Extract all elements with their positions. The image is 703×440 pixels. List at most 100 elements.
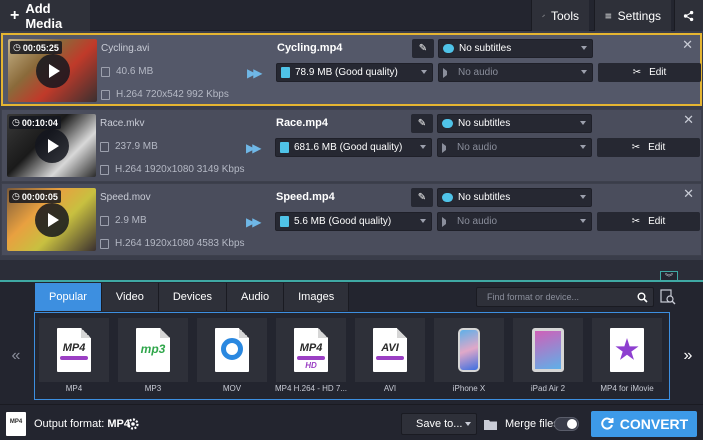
iphone-icon (458, 328, 480, 372)
subtitles-dropdown[interactable]: No subtitles (437, 114, 592, 133)
speaker-icon (442, 142, 452, 153)
tab-devices[interactable]: Devices (158, 283, 227, 311)
rename-button[interactable]: ✎ (411, 114, 433, 133)
rename-button[interactable]: ✎ (411, 188, 433, 207)
share-button[interactable] (674, 0, 703, 31)
quality-dropdown[interactable]: 5.6 MB (Good quality) (275, 212, 432, 231)
format-item-mp4-hd[interactable]: MP4 HD MP4 H.264 - HD 7... (275, 318, 347, 398)
document-icon (281, 67, 290, 78)
edit-button[interactable]: ✂ Edit (597, 212, 700, 231)
speech-bubble-icon (443, 44, 454, 53)
imovie-icon (610, 328, 644, 372)
scissors-icon: ✂ (632, 67, 642, 78)
format-label: AVI (383, 384, 397, 393)
remove-file-icon[interactable]: ✕ (683, 186, 694, 202)
search-icon (637, 292, 648, 303)
tab-audio[interactable]: Audio (226, 283, 285, 311)
output-file-name[interactable]: Speed.mp4 (276, 191, 335, 203)
format-item-mp4[interactable]: MP4 MP4 (39, 318, 109, 398)
audio-dropdown[interactable]: No audio (437, 212, 592, 231)
format-item-iphone-x[interactable]: iPhone X (434, 318, 504, 398)
format-label: iPhone X (452, 384, 486, 393)
file-icon (100, 141, 109, 152)
output-file-name[interactable]: Cycling.mp4 (277, 42, 342, 54)
save-to-dropdown[interactable]: Save to... (401, 413, 477, 435)
pencil-icon: ✎ (417, 118, 427, 129)
file-row[interactable]: ◷ 00:10:04 Race.mkv 237.9 MB H.264 1920x1… (1, 109, 702, 182)
convert-arrow-icon: ▶▶ (246, 215, 262, 229)
format-label: MOV (222, 384, 242, 393)
video-thumbnail[interactable]: ◷ 00:10:04 (7, 114, 96, 177)
video-thumbnail[interactable]: ◷ 00:00:05 (7, 188, 96, 251)
format-search (476, 287, 654, 307)
output-format-icon: MP4 (6, 412, 26, 436)
output-settings-button[interactable] (124, 415, 142, 433)
duration-badge: ◷ 00:00:05 (9, 190, 61, 203)
edit-button[interactable]: ✂ Edit (597, 138, 700, 157)
mp3-file-icon: mp3 (136, 328, 170, 372)
video-thumbnail[interactable]: ◷ 00:05:25 (8, 39, 97, 102)
convert-arrow-icon: ▶▶ (247, 66, 263, 80)
remove-file-icon[interactable]: ✕ (683, 112, 694, 128)
chevron-down-icon (580, 145, 586, 149)
folder-icon (483, 419, 497, 430)
add-media-button[interactable]: + Add Media (0, 0, 90, 31)
rename-button[interactable]: ✎ (412, 39, 434, 58)
tab-video[interactable]: Video (101, 283, 159, 311)
subtitles-dropdown[interactable]: No subtitles (438, 39, 593, 58)
search-input[interactable] (477, 292, 627, 302)
scissors-icon: ✂ (631, 216, 641, 227)
audio-dropdown[interactable]: No audio (437, 138, 592, 157)
format-item-avi[interactable]: AVI AVI (355, 318, 425, 398)
audio-dropdown[interactable]: No audio (438, 63, 593, 82)
format-item-ipad-air-2[interactable]: iPad Air 2 (513, 318, 583, 398)
detect-device-button[interactable] (658, 287, 678, 307)
subtitles-dropdown[interactable]: No subtitles (437, 188, 592, 207)
tab-popular[interactable]: Popular (35, 283, 102, 311)
tools-button[interactable]: Tools (531, 0, 589, 31)
format-selector: Popular Video Devices Audio Images « MP4… (0, 282, 703, 404)
chevron-down-icon (421, 70, 427, 74)
play-icon[interactable] (35, 129, 69, 163)
clock-icon: ◷ (13, 42, 21, 52)
format-item-mov[interactable]: MOV (197, 318, 267, 398)
file-row[interactable]: ◷ 00:00:05 Speed.mov 2.9 MB H.264 1920x10… (1, 183, 702, 256)
search-button[interactable] (631, 288, 653, 306)
source-size: 237.9 MB (100, 141, 158, 152)
format-item-imovie[interactable]: MP4 for iMovie (592, 318, 662, 398)
quicktime-icon (215, 328, 249, 372)
quality-dropdown[interactable]: 78.9 MB (Good quality) (276, 63, 433, 82)
tools-label: Tools (550, 8, 579, 23)
play-icon[interactable] (36, 54, 70, 88)
play-icon[interactable] (35, 203, 69, 237)
convert-arrow-icon: ▶▶ (246, 141, 262, 155)
chevron-down-icon (580, 121, 586, 125)
output-file-name[interactable]: Race.mp4 (276, 117, 328, 129)
format-item-mp3[interactable]: mp3 MP3 (118, 318, 188, 398)
source-file-name: Cycling.avi (101, 43, 150, 54)
settings-button[interactable]: Settings (594, 0, 671, 31)
convert-button[interactable]: CONVERT (591, 411, 697, 437)
scroll-right-button[interactable]: » (674, 312, 702, 400)
format-tabs: Popular Video Devices Audio Images (35, 283, 350, 311)
source-file-name: Speed.mov (100, 192, 151, 203)
edit-button[interactable]: ✂ Edit (598, 63, 701, 82)
merge-files-toggle[interactable] (554, 417, 579, 431)
source-size: 40.6 MB (101, 66, 153, 77)
chevron-down-icon (580, 219, 586, 223)
open-folder-button[interactable] (481, 413, 499, 435)
add-media-label: Add Media (25, 0, 63, 31)
speech-bubble-icon (442, 119, 453, 128)
scroll-left-button[interactable]: « (2, 312, 30, 400)
file-row[interactable]: ◷ 00:05:25 Cycling.avi 40.6 MB H.264 720x… (1, 33, 702, 106)
pencil-icon: ✎ (417, 192, 427, 203)
gear-icon (127, 418, 139, 430)
speaker-icon (443, 67, 453, 78)
format-label: MP4 H.264 - HD 7... (274, 384, 348, 393)
remove-file-icon[interactable]: ✕ (682, 37, 693, 53)
quality-dropdown[interactable]: 681.6 MB (Good quality) (275, 138, 432, 157)
source-codec-info: H.264 720x542 992 Kbps (101, 89, 229, 100)
tab-images[interactable]: Images (284, 283, 350, 311)
source-size: 2.9 MB (100, 215, 147, 226)
speech-bubble-icon (442, 193, 453, 202)
